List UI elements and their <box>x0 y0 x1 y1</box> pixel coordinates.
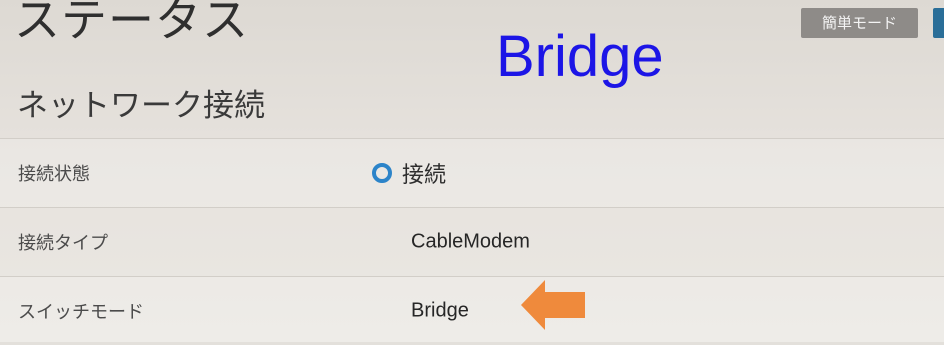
network-status-table: 接続状態 接続 接続タイプ CableModem スイッチモード Bridge <box>0 138 944 345</box>
table-row-connection-status: 接続状態 接続 <box>0 138 944 207</box>
connection-status-value: 接続 <box>372 157 446 189</box>
simple-mode-button[interactable]: 簡単モード <box>801 8 918 38</box>
bridge-overlay-label: Bridge <box>496 24 664 89</box>
left-arrow-icon <box>521 280 585 330</box>
table-row-switch-mode: スイッチモード Bridge <box>0 276 944 345</box>
switch-mode-label: スイッチモード <box>18 302 144 323</box>
table-row-connection-type: 接続タイプ CableModem <box>0 207 944 276</box>
connection-status-label: 接続状態 <box>18 164 90 185</box>
page-title: ステータス <box>14 0 249 47</box>
connection-type-value: CableModem <box>411 230 530 253</box>
connection-status-text: 接続 <box>402 163 447 188</box>
network-connection-section-title: ネットワーク接続 <box>17 88 265 124</box>
secondary-mode-button[interactable] <box>933 8 944 38</box>
connected-ring-icon <box>372 163 392 183</box>
connection-type-label: 接続タイプ <box>18 233 108 254</box>
switch-mode-value: Bridge <box>411 299 469 322</box>
